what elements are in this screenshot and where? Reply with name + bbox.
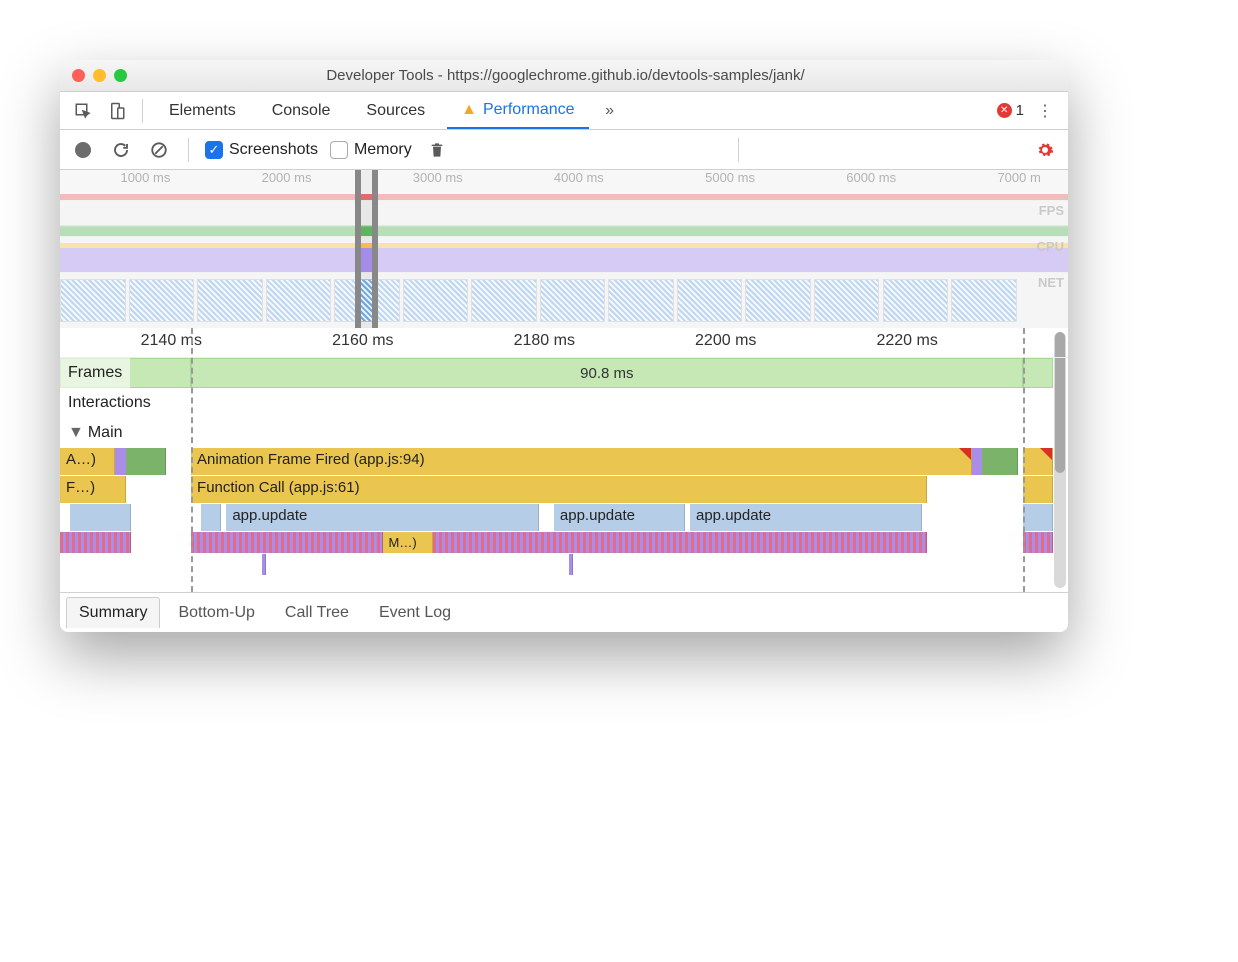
tab-performance-label: Performance	[483, 101, 575, 119]
flame-app-update[interactable]: app.update	[554, 504, 685, 531]
flame-app-update[interactable]: app.update	[226, 504, 538, 531]
flame-function-call[interactable]: Function Call (app.js:61)	[191, 476, 927, 503]
ruler-tick: 2180 ms	[514, 332, 575, 350]
frame-boundary	[1023, 328, 1025, 592]
flame-event[interactable]	[201, 504, 221, 531]
memory-label: Memory	[354, 141, 412, 159]
flame-event[interactable]	[1023, 448, 1053, 475]
flame-event[interactable]	[982, 448, 1017, 475]
long-task-indicator-icon	[959, 448, 971, 460]
flame-micro-event[interactable]	[262, 554, 266, 575]
memory-checkbox[interactable]: Memory	[330, 141, 412, 159]
tab-calltree[interactable]: Call Tree	[273, 598, 361, 628]
flame-event[interactable]	[1023, 504, 1053, 531]
frame-duration: 90.8 ms	[580, 365, 633, 382]
frame-block[interactable]	[1023, 358, 1053, 388]
detail-ruler[interactable]: 2140 ms 2160 ms 2180 ms 2200 ms 2220 ms	[60, 328, 1068, 358]
flame-layout-events[interactable]	[191, 532, 383, 553]
long-task-indicator-icon	[1040, 448, 1052, 460]
separator	[142, 99, 143, 123]
settings-gear-icon[interactable]	[1032, 137, 1058, 163]
flame-layout-events[interactable]	[433, 532, 927, 553]
flame-function-call[interactable]: F…)	[60, 476, 126, 503]
interactions-track-label[interactable]: Interactions	[60, 388, 1068, 418]
record-button[interactable]	[70, 137, 96, 163]
screenshots-checkbox[interactable]: ✓ Screenshots	[205, 141, 318, 159]
window-title: Developer Tools - https://googlechrome.g…	[75, 67, 1056, 84]
main-track-label: Main	[88, 424, 123, 442]
window-titlebar: Developer Tools - https://googlechrome.g…	[60, 60, 1068, 92]
tab-summary[interactable]: Summary	[66, 597, 160, 628]
device-toggle-icon[interactable]	[104, 98, 130, 124]
flame-micro-event[interactable]	[569, 554, 573, 575]
flame-animation-frame[interactable]: Animation Frame Fired (app.js:94)	[191, 448, 972, 475]
flame-event[interactable]	[126, 448, 166, 475]
main-toolbar: Elements Console Sources ▲ Performance »…	[60, 92, 1068, 130]
flame-event[interactable]	[1023, 476, 1053, 503]
flame-app-update[interactable]: app.update	[690, 504, 922, 531]
frames-track-label: Frames	[60, 358, 130, 388]
frame-boundary	[191, 328, 193, 592]
ruler-tick: 2200 ms	[695, 332, 756, 350]
flame-layout-events[interactable]	[1023, 532, 1053, 553]
flame-animation-frame[interactable]: A…)	[60, 448, 115, 475]
flame-app-update[interactable]	[70, 504, 130, 531]
flame-label: Animation Frame Fired (app.js:94)	[197, 451, 425, 468]
screenshots-label: Screenshots	[229, 141, 318, 159]
separator	[188, 138, 189, 162]
overview-handle-left[interactable]	[355, 170, 361, 328]
overview-panel[interactable]: 1000 ms 2000 ms 3000 ms 4000 ms 5000 ms …	[60, 170, 1068, 328]
flame-layout-events[interactable]	[60, 532, 131, 553]
tab-performance[interactable]: ▲ Performance	[447, 93, 588, 129]
reload-icon[interactable]	[108, 137, 134, 163]
ruler-tick: 2160 ms	[332, 332, 393, 350]
devtools-window: Developer Tools - https://googlechrome.g…	[60, 60, 1068, 632]
tab-console[interactable]: Console	[258, 94, 345, 128]
frames-track[interactable]: Frames 90.8 ms	[60, 358, 1068, 388]
footer-tabs: Summary Bottom-Up Call Tree Event Log	[60, 592, 1068, 632]
checkbox-checked-icon: ✓	[205, 141, 223, 159]
flamechart-panel[interactable]: 2140 ms 2160 ms 2180 ms 2200 ms 2220 ms …	[60, 328, 1068, 592]
overview-mask-right	[378, 170, 1068, 328]
main-track-header[interactable]: ▼Main	[60, 418, 1068, 448]
more-tabs-icon[interactable]: »	[597, 98, 623, 124]
error-badge[interactable]: ✕ 1	[997, 102, 1024, 119]
trash-icon[interactable]	[424, 137, 450, 163]
ruler-tick: 2220 ms	[876, 332, 937, 350]
flame-minor-gc[interactable]: M…)	[383, 532, 433, 553]
tab-bottomup[interactable]: Bottom-Up	[166, 598, 266, 628]
collapse-icon[interactable]: ▼	[68, 424, 84, 442]
tab-eventlog[interactable]: Event Log	[367, 598, 463, 628]
checkbox-icon	[330, 141, 348, 159]
clear-icon[interactable]	[146, 137, 172, 163]
error-icon: ✕	[997, 103, 1012, 118]
error-count: 1	[1016, 102, 1024, 119]
kebab-menu-icon[interactable]: ⋮	[1032, 98, 1058, 124]
frame-block[interactable]: 90.8 ms	[191, 358, 1023, 388]
tab-sources[interactable]: Sources	[352, 94, 439, 128]
warning-icon: ▲	[461, 101, 477, 119]
main-flamechart[interactable]: A…) Animation Frame Fired (app.js:94) F……	[60, 448, 1068, 592]
separator	[738, 138, 739, 162]
performance-controls: ✓ Screenshots Memory	[60, 130, 1068, 170]
inspect-icon[interactable]	[70, 98, 96, 124]
tab-elements[interactable]: Elements	[155, 94, 250, 128]
overview-mask-left	[60, 170, 355, 328]
